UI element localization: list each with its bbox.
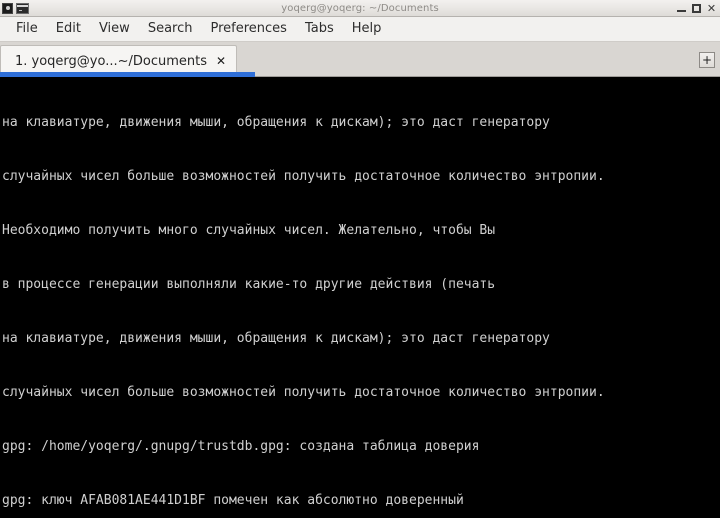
window-controls: ✕ bbox=[676, 3, 720, 14]
menu-item-view[interactable]: View bbox=[90, 19, 139, 39]
menu-item-search[interactable]: Search bbox=[139, 19, 202, 39]
terminal-window: yoqerg@yoqerg: ~/Documents ✕ File Edit V… bbox=[0, 0, 720, 518]
terminal-line: gpg: /home/yoqerg/.gnupg/trustdb.gpg: со… bbox=[2, 439, 480, 454]
close-button[interactable]: ✕ bbox=[706, 3, 717, 14]
menu-bar: File Edit View Search Preferences Tabs H… bbox=[0, 17, 720, 42]
terminal-line: случайных чисел больше возможностей полу… bbox=[2, 385, 605, 400]
menu-item-help[interactable]: Help bbox=[343, 19, 391, 39]
close-icon[interactable]: ✕ bbox=[216, 55, 226, 67]
terminal-line: в процессе генерации выполняли какие-то … bbox=[2, 277, 496, 292]
terminal-line: gpg: ключ AFAB081AE441D1BF помечен как а… bbox=[2, 493, 464, 508]
title-bar-left-icons bbox=[0, 2, 29, 14]
maximize-button[interactable] bbox=[691, 3, 702, 14]
title-bar: yoqerg@yoqerg: ~/Documents ✕ bbox=[0, 0, 720, 17]
menu-item-file[interactable]: File bbox=[7, 19, 47, 39]
terminal-line: Необходимо получить много случайных чисе… bbox=[2, 223, 496, 238]
menu-item-preferences[interactable]: Preferences bbox=[201, 19, 295, 39]
tab-label: 1. yoqerg@yo...~/Documents bbox=[15, 53, 208, 69]
terminal-icon bbox=[16, 2, 29, 14]
menu-item-edit[interactable]: Edit bbox=[47, 19, 90, 39]
terminal-line: случайных чисел больше возможностей полу… bbox=[2, 169, 605, 184]
terminal-output[interactable]: на клавиатуре, движения мыши, обращения … bbox=[0, 77, 720, 518]
terminal-line: на клавиатуре, движения мыши, обращения … bbox=[2, 115, 550, 130]
new-tab-button[interactable]: + bbox=[699, 52, 715, 68]
window-title: yoqerg@yoqerg: ~/Documents bbox=[281, 2, 439, 14]
window-menu-icon[interactable] bbox=[2, 2, 13, 14]
terminal-line: на клавиатуре, движения мыши, обращения … bbox=[2, 331, 550, 346]
menu-item-tabs[interactable]: Tabs bbox=[296, 19, 343, 39]
tab-bar: 1. yoqerg@yo...~/Documents ✕ + bbox=[0, 42, 720, 77]
minimize-button[interactable] bbox=[676, 3, 687, 14]
